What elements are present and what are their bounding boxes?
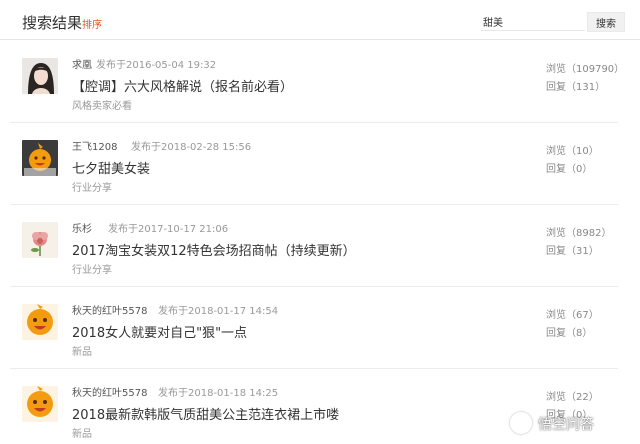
post-title[interactable]: 2018女人就要对自己"狠"一点 xyxy=(72,322,247,341)
sort-link[interactable]: 排序 xyxy=(82,16,102,31)
watermark-text: 悟空问答 xyxy=(538,417,594,433)
author-name[interactable]: 秋天的红叶5578 xyxy=(72,384,147,399)
author-name[interactable]: 秋天的红叶5578 xyxy=(72,302,147,317)
result-item: 求凰 发布于2016-05-04 19:32 【腔调】六大风格解说（报名前必看）… xyxy=(10,41,624,123)
result-item: 王飞1208 发布于2018-02-28 15:56 七夕甜美女装 行业分享 浏… xyxy=(10,123,618,205)
author-name[interactable]: 求凰 xyxy=(72,56,92,71)
author-name[interactable]: 王飞1208 xyxy=(72,138,117,153)
post-date: 发布于2018-01-18 14:25 xyxy=(158,388,279,399)
reply-count: 回复（31） xyxy=(546,246,599,257)
page-title: 搜索结果 xyxy=(22,14,83,32)
post-title[interactable]: 【腔调】六大风格解说（报名前必看） xyxy=(72,76,293,95)
results-header: 搜索结果 排序 搜索 xyxy=(0,0,640,40)
author-name[interactable]: 乐杉 xyxy=(72,220,92,235)
reply-count: 回复（131） xyxy=(546,82,606,93)
watermark: 悟空问答 xyxy=(506,406,636,440)
search-button[interactable]: 搜索 xyxy=(587,12,625,32)
post-category[interactable]: 新品 xyxy=(72,343,92,358)
post-category[interactable]: 新品 xyxy=(72,425,92,440)
post-date: 发布于2016-05-04 19:32 xyxy=(96,60,217,71)
orange-mascot-avatar-icon[interactable] xyxy=(22,304,58,340)
post-date: 发布于2017-10-17 21:06 xyxy=(108,224,229,235)
wukong-logo-icon xyxy=(510,412,532,434)
post-title[interactable]: 七夕甜美女装 xyxy=(72,158,150,177)
flower-avatar-icon[interactable] xyxy=(22,222,58,258)
view-count: 浏览（8982） xyxy=(546,228,612,239)
post-title[interactable]: 2017淘宝女装双12特色会场招商帖（持续更新） xyxy=(72,240,356,259)
orange-mascot-avatar-icon[interactable] xyxy=(22,386,58,422)
view-count: 浏览（109790） xyxy=(546,64,625,75)
post-title[interactable]: 2018最新款韩版气质甜美公主范连衣裙上市喽 xyxy=(72,404,339,423)
post-category[interactable]: 行业分享 xyxy=(72,179,112,194)
woman-portrait-avatar-icon[interactable] xyxy=(22,58,58,94)
orange-mascot-avatar-icon[interactable] xyxy=(22,140,58,176)
result-item: 乐杉 发布于2017-10-17 21:06 2017淘宝女装双12特色会场招商… xyxy=(10,205,618,287)
post-date: 发布于2018-02-28 15:56 xyxy=(131,142,252,153)
view-count: 浏览（10） xyxy=(546,146,599,157)
post-category[interactable]: 行业分享 xyxy=(72,261,112,276)
view-count: 浏览（67） xyxy=(546,310,599,321)
result-item: 秋天的红叶5578 发布于2018-01-17 14:54 2018女人就要对自… xyxy=(10,287,618,369)
search-input[interactable] xyxy=(481,13,585,31)
reply-count: 回复（8） xyxy=(546,328,593,339)
view-count: 浏览（22） xyxy=(546,392,599,403)
post-category[interactable]: 风格卖家必看 xyxy=(72,97,132,112)
post-date: 发布于2018-01-17 14:54 xyxy=(158,306,279,317)
reply-count: 回复（0） xyxy=(546,164,593,175)
